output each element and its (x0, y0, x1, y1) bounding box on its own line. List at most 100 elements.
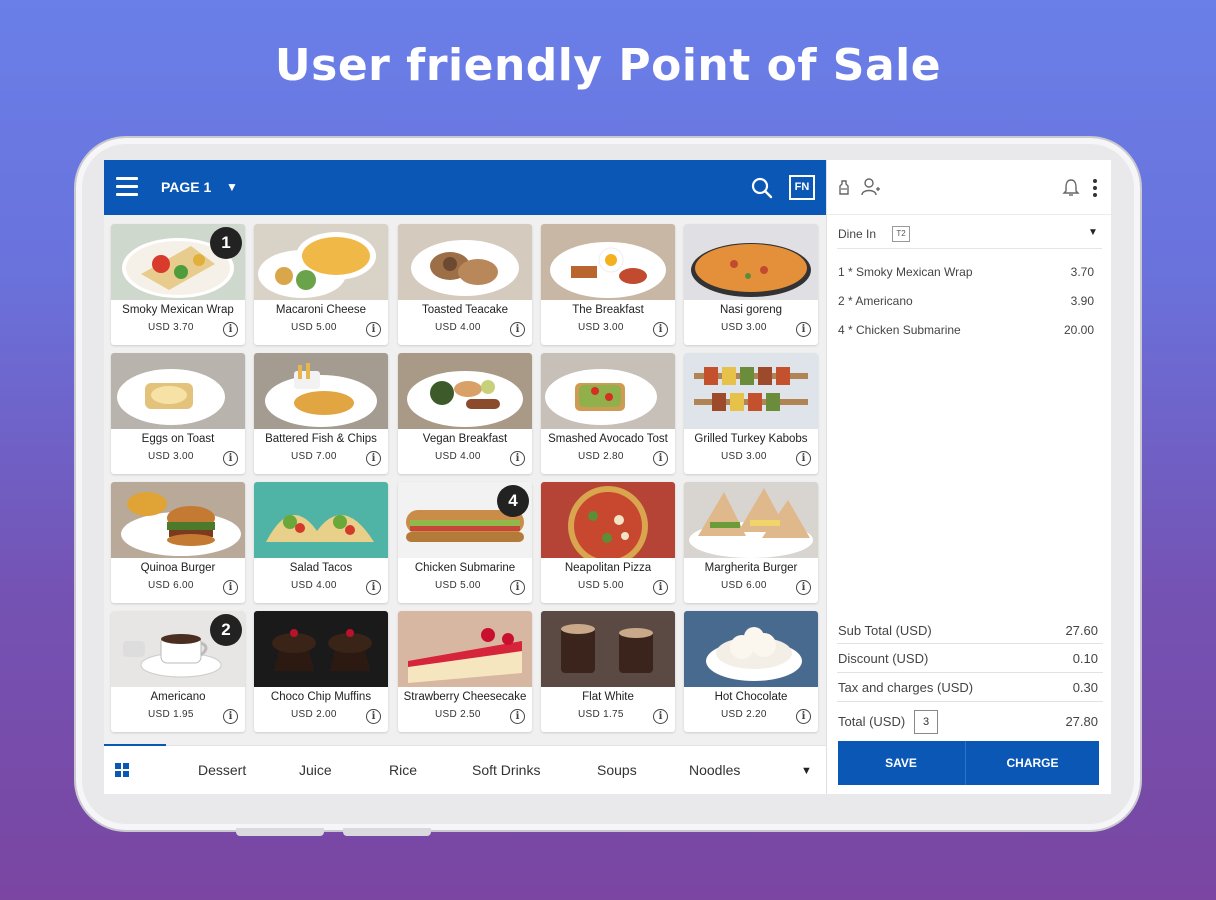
order-line[interactable]: 2 * Americano 3.90 (838, 294, 1094, 308)
category-rice[interactable]: Rice (389, 762, 417, 778)
product-price: USD 3.00 (721, 451, 767, 462)
product-price: USD 4.00 (435, 451, 481, 462)
product-price: USD 6.00 (721, 580, 767, 591)
product-name: Vegan Breakfast (422, 433, 508, 445)
product-card[interactable]: Flat White USD 1.75 i (541, 611, 675, 732)
product-card[interactable]: Salad Tacos USD 4.00 i (254, 482, 388, 603)
product-name: Quinoa Burger (140, 562, 216, 574)
product-price: USD 5.00 (578, 580, 624, 591)
chevron-down-icon[interactable]: ▼ (226, 180, 238, 194)
info-icon[interactable]: i (223, 580, 238, 595)
chevron-down-icon[interactable]: ▼ (1088, 227, 1098, 238)
tax-row[interactable]: Tax and charges (USD) 0.30 (838, 680, 1098, 695)
product-card[interactable]: Vegan Breakfast USD 4.00 i (398, 353, 532, 474)
total-label: Total (USD) (838, 714, 906, 729)
product-card[interactable]: Battered Fish & Chips USD 7.00 i (254, 353, 388, 474)
category-soft-drinks[interactable]: Soft Drinks (472, 762, 540, 778)
drink-icon[interactable] (836, 177, 856, 197)
product-name: Americano (150, 691, 206, 703)
info-icon[interactable]: i (510, 580, 525, 595)
info-icon[interactable]: i (796, 580, 811, 595)
product-card[interactable]: Eggs on Toast USD 3.00 i (111, 353, 245, 474)
order-type-select[interactable]: Dine In (838, 227, 876, 241)
product-price: USD 2.00 (291, 709, 337, 720)
product-card[interactable]: Toasted Teacake USD 4.00 i (398, 224, 532, 345)
product-card[interactable]: Quinoa Burger USD 6.00 i (111, 482, 245, 603)
page-selector[interactable]: PAGE 1 (161, 179, 211, 195)
action-bar: SAVE CHARGE (838, 741, 1099, 785)
product-card[interactable]: Smashed Avocado Tost USD 2.80 i (541, 353, 675, 474)
category-juice[interactable]: Juice (299, 762, 332, 778)
grid-icon[interactable] (115, 763, 129, 777)
category-dessert[interactable]: Dessert (198, 762, 246, 778)
info-icon[interactable]: i (366, 451, 381, 466)
divider (837, 643, 1103, 644)
product-card[interactable]: Americano USD 1.95 i 2 (111, 611, 245, 732)
info-icon[interactable]: i (796, 322, 811, 337)
product-card[interactable]: Chicken Submarine USD 5.00 i 4 (398, 482, 532, 603)
menu-icon[interactable] (116, 177, 138, 197)
bell-icon[interactable] (1061, 177, 1081, 197)
product-card[interactable]: Grilled Turkey Kabobs USD 3.00 i (684, 353, 818, 474)
product-image (684, 353, 818, 429)
info-icon[interactable]: i (223, 451, 238, 466)
discount-row[interactable]: Discount (USD) 0.10 (838, 651, 1098, 666)
product-card[interactable]: Nasi goreng USD 3.00 i (684, 224, 818, 345)
info-icon[interactable]: i (366, 322, 381, 337)
product-name: Smashed Avocado Tost (548, 433, 668, 445)
save-button[interactable]: SAVE (838, 741, 964, 785)
headline: User friendly Point of Sale (274, 40, 942, 91)
info-icon[interactable]: i (366, 580, 381, 595)
charge-button[interactable]: CHARGE (966, 741, 1099, 785)
info-icon[interactable]: i (366, 709, 381, 724)
search-icon[interactable] (750, 176, 774, 200)
category-soups[interactable]: Soups (597, 762, 637, 778)
quantity-badge: 4 (497, 485, 529, 517)
subtotal-row: Sub Total (USD) 27.60 (838, 623, 1098, 638)
product-pane: PAGE 1 ▼ FN Smoky Mexican Wrap USD 3.70 i 1… (104, 160, 826, 794)
product-name: Macaroni Cheese (275, 304, 367, 316)
active-tab-indicator (104, 744, 166, 746)
subtotal-value: 27.60 (1065, 623, 1098, 638)
info-icon[interactable]: i (653, 709, 668, 724)
order-pane: Dine In T2 ▼ 1 * Smoky Mexican Wrap 3.70… (826, 160, 1111, 794)
info-icon[interactable]: i (510, 451, 525, 466)
order-line[interactable]: 1 * Smoky Mexican Wrap 3.70 (838, 265, 1094, 279)
product-card[interactable]: The Breakfast USD 3.00 i (541, 224, 675, 345)
info-icon[interactable]: i (223, 322, 238, 337)
more-options-icon[interactable] (1093, 179, 1097, 200)
product-price: USD 5.00 (435, 580, 481, 591)
product-name: Neapolitan Pizza (564, 562, 652, 574)
order-line-label: 4 * Chicken Submarine (838, 323, 961, 337)
divider (837, 701, 1103, 702)
product-card[interactable]: Smoky Mexican Wrap USD 3.70 i 1 (111, 224, 245, 345)
product-card[interactable]: Hot Chocolate USD 2.20 i (684, 611, 818, 732)
info-icon[interactable]: i (510, 322, 525, 337)
fn-button[interactable]: FN (789, 175, 815, 200)
info-icon[interactable]: i (510, 709, 525, 724)
info-icon[interactable]: i (653, 322, 668, 337)
info-icon[interactable]: i (223, 709, 238, 724)
info-icon[interactable]: i (653, 451, 668, 466)
info-icon[interactable]: i (796, 709, 811, 724)
product-card[interactable]: Strawberry Cheesecake USD 2.50 i (398, 611, 532, 732)
guest-count[interactable]: 3 (914, 710, 938, 734)
tablet-button (236, 828, 324, 836)
product-card[interactable]: Neapolitan Pizza USD 5.00 i (541, 482, 675, 603)
product-price: USD 2.50 (435, 709, 481, 720)
category-noodles[interactable]: Noodles (689, 762, 740, 778)
order-line[interactable]: 4 * Chicken Submarine 20.00 (838, 323, 1094, 337)
info-icon[interactable]: i (796, 451, 811, 466)
info-icon[interactable]: i (653, 580, 668, 595)
product-name: Eggs on Toast (141, 433, 215, 445)
product-card[interactable]: Macaroni Cheese USD 5.00 i (254, 224, 388, 345)
customer-icon[interactable] (861, 177, 881, 197)
product-name: Margherita Burger (704, 562, 798, 574)
product-card[interactable]: Choco Chip Muffins USD 2.00 i (254, 611, 388, 732)
chevron-down-icon[interactable]: ▼ (801, 765, 812, 777)
product-card[interactable]: Margherita Burger USD 6.00 i (684, 482, 818, 603)
product-price: USD 7.00 (291, 451, 337, 462)
order-line-label: 1 * Smoky Mexican Wrap (838, 265, 973, 279)
product-price: USD 1.75 (578, 709, 624, 720)
table-badge[interactable]: T2 (892, 226, 910, 242)
